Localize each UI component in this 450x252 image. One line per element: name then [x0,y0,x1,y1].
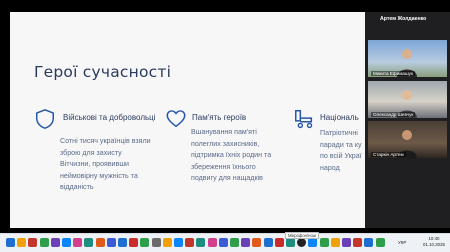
participant-tile[interactable]: Старкін Артем [368,121,447,158]
taskbar-app-icon[interactable] [50,238,60,247]
taskbar-app-icon[interactable] [342,238,351,247]
taskbar-app-icon[interactable] [129,238,139,247]
presentation-slide: Герої сучасності Військові та добровольц… [10,12,365,228]
taskbar-app-icon[interactable] [286,238,295,247]
taskbar-app-icon[interactable] [174,238,183,247]
taskbar-app-icon[interactable] [162,238,172,247]
taskbar-app-icon[interactable] [84,238,94,247]
taskbar-app-icon[interactable] [252,238,262,247]
participant-name: Микита Ефимашук [371,71,415,76]
taskbar-app-icon[interactable] [196,238,206,247]
card-heading: Пам'ять героїв [192,113,247,122]
taskbar-app-icon[interactable] [62,238,71,247]
desc-line: підтримка їхніх родин та [191,151,272,160]
taskbar-app-icon[interactable] [73,238,83,247]
participant-name: Старкін Артем [371,152,406,157]
taskbar-app-icon[interactable] [353,238,363,247]
taskbar-app-icon[interactable] [39,238,49,247]
taskbar-app-icon[interactable] [207,238,217,247]
language-indicator[interactable]: УКР [398,240,406,245]
taskbar-app-icon[interactable] [6,238,15,247]
shield-icon [36,109,54,129]
clock-date: 01.10.2025 [423,242,445,247]
taskbar-app-icon[interactable] [230,238,239,247]
participant-tile[interactable]: Микита Ефимашук [368,40,447,77]
card-heading: Національ [320,113,359,122]
clock[interactable]: 10:40 01.10.2025 [423,236,445,248]
taskbar-app-icon[interactable] [95,238,105,247]
presenter-name: Артем Жолдаенко [380,16,427,22]
taskbar-app-icon[interactable] [218,238,228,247]
taskbar-app-icon[interactable] [375,238,385,247]
card-description: Вшанування пам'яті полеглих захисників, … [191,127,283,185]
taskbar-app-icon[interactable] [106,238,116,247]
taskbar-app-icon[interactable] [330,238,340,247]
taskbar-app-icon[interactable] [185,238,195,247]
taskbar-app-icon[interactable] [319,238,329,247]
desc-line: подвигу для нащадків [191,174,263,183]
taskbar-app-icon[interactable] [151,238,161,247]
desc-line: Вітчизни, проявивши [60,160,130,169]
taskbar-app-icon[interactable] [263,238,273,247]
taskbar-app-icon[interactable] [274,238,284,247]
card-description: Сотні тисяч українців взяли зброю для за… [60,136,162,194]
participant-tile[interactable]: Олександр Шевчук [368,81,447,118]
slide-title: Герої сучасності [34,63,172,81]
card-heading: Військові та добровольці [63,113,156,122]
screen: Герої сучасності Військові та добровольц… [0,0,450,252]
desc-line: Сотні тисяч українців взяли [60,137,151,145]
participant-name: Олександр Шевчук [371,112,416,117]
taskbar-app-icon[interactable] [241,238,251,247]
taskbar-app-icon[interactable] [140,238,150,247]
desc-line: збереження їхнього [191,162,256,171]
taskbar-app-icon[interactable] [364,238,374,247]
desc-line: відданість [60,183,94,192]
desc-line: зброю для захисту [60,148,122,157]
desc-line: полеглих захисників, [191,139,260,148]
taskbar-app-icon[interactable] [118,238,127,247]
taskbar-app-icon[interactable] [28,238,38,247]
desc-line: Вшанування пам'яті [191,128,257,136]
taskbar-app-icon[interactable] [308,238,318,247]
heart-icon [166,110,186,128]
taskbar-app-icon[interactable] [17,238,27,247]
wheelchair-icon [295,110,313,129]
desc-line: неймовірну мужність та [60,171,138,180]
tooltip: Мікрофон/нош [285,232,320,239]
